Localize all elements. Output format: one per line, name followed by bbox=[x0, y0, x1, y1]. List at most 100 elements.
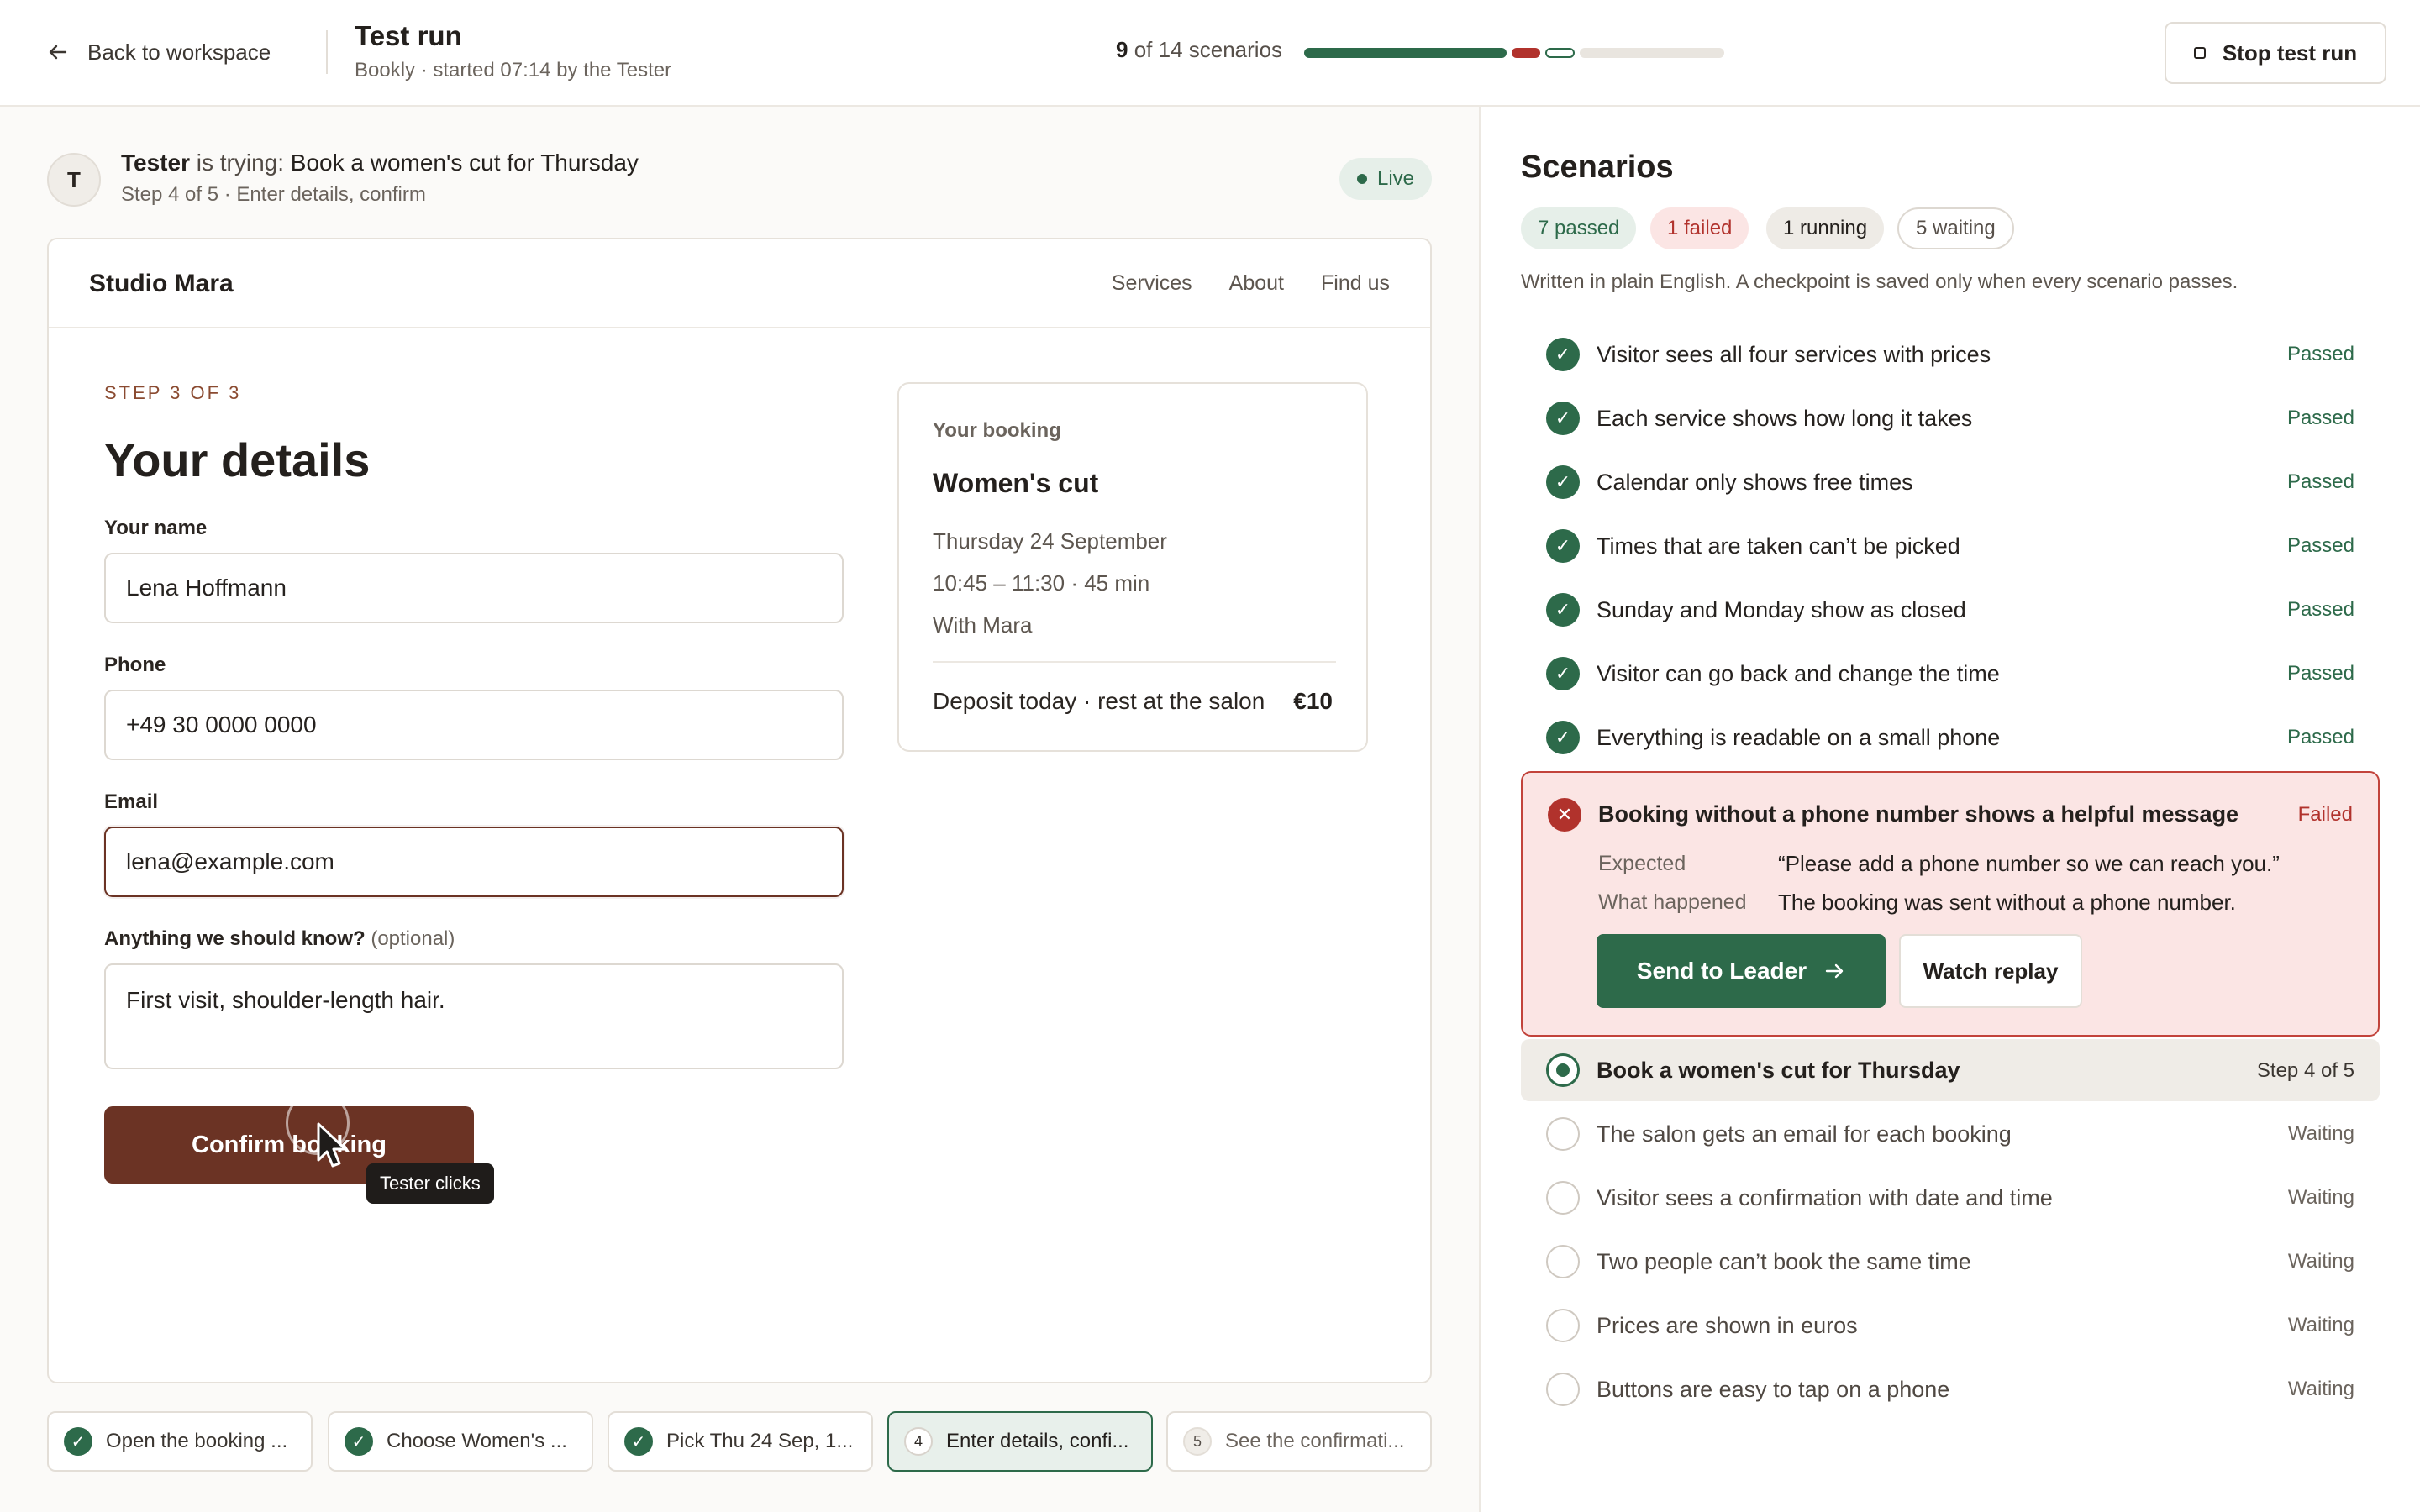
run-subtitle: Bookly · started 07:14 by the Tester bbox=[355, 59, 672, 81]
scenario-row[interactable]: Buttons are easy to tap on a phone Waiti… bbox=[1521, 1362, 2380, 1416]
scenario-status: Passed bbox=[2286, 598, 2354, 621]
name-field[interactable]: Lena Hoffmann bbox=[104, 553, 844, 623]
booking-time: 10:45 – 11:30 · 45 min bbox=[933, 570, 1150, 596]
pane-divider bbox=[1479, 107, 1481, 1512]
scenario-row[interactable]: ✓ Times that are taken can’t be picked P… bbox=[1521, 519, 2380, 573]
name-value: Lena Hoffmann bbox=[126, 575, 287, 601]
scenario-status: Failed bbox=[2297, 803, 2353, 826]
step-chip-label: Enter details, confi... bbox=[946, 1430, 1129, 1452]
scenario-row[interactable]: ✓ Everything is readable on a small phon… bbox=[1521, 711, 2380, 764]
replay-label: Watch replay bbox=[1923, 958, 2059, 984]
failed-count-badge[interactable]: 1 failed bbox=[1650, 207, 1749, 249]
divider bbox=[933, 661, 1336, 663]
scenario-row[interactable]: The salon gets an email for each booking… bbox=[1521, 1107, 2380, 1161]
scenarios-note: Written in plain English. A checkpoint i… bbox=[1521, 270, 2238, 293]
notes-field[interactable]: First visit, shoulder-length hair. bbox=[104, 963, 844, 1069]
running-count-badge[interactable]: 1 running bbox=[1766, 207, 1885, 249]
scenario-status: Waiting bbox=[2287, 1378, 2354, 1400]
scenario-text: Two people can’t book the same time bbox=[1597, 1248, 1971, 1274]
check-circle-icon: ✓ bbox=[1546, 402, 1580, 435]
step-chip-3[interactable]: ✓ Pick Thu 24 Sep, 1... bbox=[608, 1411, 873, 1472]
phone-field[interactable]: +49 30 0000 0000 bbox=[104, 690, 844, 760]
live-badge: Live bbox=[1339, 158, 1432, 200]
empty-circle-icon bbox=[1546, 1245, 1580, 1278]
scenario-status: Passed bbox=[2286, 662, 2354, 685]
booking-stylist: With Mara bbox=[933, 612, 1033, 638]
form-heading: Your details bbox=[104, 433, 371, 486]
site-logo: Studio Mara bbox=[89, 270, 234, 297]
step-number: 5 bbox=[1183, 1427, 1212, 1456]
site-preview: Studio Mara Services About Find us STEP … bbox=[47, 238, 1432, 1383]
progress-passed-segment bbox=[1304, 48, 1507, 58]
scenario-status: Waiting bbox=[2287, 1314, 2354, 1336]
scenario-progress-bar bbox=[1304, 48, 1724, 58]
scenario-row[interactable]: Visitor sees a confirmation with date an… bbox=[1521, 1171, 2380, 1225]
progress-waiting-segment bbox=[1579, 48, 1724, 58]
empty-circle-icon bbox=[1546, 1117, 1580, 1151]
site-nav-about[interactable]: About bbox=[1229, 271, 1284, 296]
stop-test-run-button[interactable]: Stop test run bbox=[2165, 22, 2386, 84]
check-circle-icon: ✓ bbox=[1546, 721, 1580, 754]
scenario-text: Sunday and Monday show as closed bbox=[1597, 596, 1966, 622]
scenario-row[interactable]: Two people can’t book the same time Wait… bbox=[1521, 1235, 2380, 1289]
scenario-total-text: of 14 scenarios bbox=[1134, 37, 1283, 62]
scenario-text: Booking without a phone number shows a h… bbox=[1598, 801, 2239, 827]
scenario-text: Prices are shown in euros bbox=[1597, 1312, 1858, 1338]
scenario-text: The salon gets an email for each booking bbox=[1597, 1121, 2012, 1147]
scenario-row[interactable]: ✓ Calendar only shows free times Passed bbox=[1521, 455, 2380, 509]
failed-scenario-card: ✕ Booking without a phone number shows a… bbox=[1521, 771, 2380, 1037]
stop-icon bbox=[2193, 47, 2206, 59]
live-dot-icon bbox=[1356, 174, 1367, 184]
booking-service: Women's cut bbox=[933, 468, 1099, 498]
progress-running-segment bbox=[1545, 48, 1575, 58]
watch-replay-button[interactable]: Watch replay bbox=[1899, 934, 2082, 1008]
error-icon: ✕ bbox=[1548, 798, 1581, 832]
empty-circle-icon bbox=[1546, 1181, 1580, 1215]
scenario-status: Waiting bbox=[2287, 1186, 2354, 1209]
scenario-text: Book a women's cut for Thursday bbox=[1597, 1058, 1960, 1083]
scenario-row[interactable]: ✓ Sunday and Monday show as closed Passe… bbox=[1521, 583, 2380, 637]
tester-tooltip: Tester clicks bbox=[366, 1163, 494, 1204]
step-chip-label: See the confirmati... bbox=[1225, 1430, 1405, 1452]
email-field[interactable]: lena@example.com bbox=[104, 827, 844, 897]
scenario-status: Passed bbox=[2286, 407, 2354, 429]
progress-failed-segment bbox=[1512, 48, 1541, 58]
send-to-leader-button[interactable]: Send to Leader bbox=[1597, 934, 1886, 1008]
step-chip-2[interactable]: ✓ Choose Women's ... bbox=[328, 1411, 593, 1472]
back-to-workspace-link[interactable]: Back to workspace bbox=[47, 34, 271, 71]
site-nav-find-us[interactable]: Find us bbox=[1321, 271, 1390, 296]
scenario-row[interactable]: Prices are shown in euros Waiting bbox=[1521, 1299, 2380, 1352]
scenario-status: Step 4 of 5 bbox=[2256, 1059, 2354, 1082]
scenario-status: Waiting bbox=[2287, 1122, 2354, 1145]
what-happened-label: What happened bbox=[1598, 890, 1747, 914]
scenario-count: 9 of 14 scenarios bbox=[1116, 37, 1282, 63]
phone-value: +49 30 0000 0000 bbox=[126, 711, 317, 738]
scenario-row[interactable]: ✓ Each service shows how long it takes P… bbox=[1521, 391, 2380, 445]
waiting-count-badge[interactable]: 5 waiting bbox=[1897, 207, 2014, 249]
check-icon: ✓ bbox=[345, 1427, 373, 1456]
booking-date: Thursday 24 September bbox=[933, 528, 1167, 554]
deposit-price: €10 bbox=[1293, 688, 1333, 714]
running-radio-icon bbox=[1546, 1053, 1580, 1087]
running-scenario-row[interactable]: Book a women's cut for Thursday Step 4 o… bbox=[1521, 1039, 2380, 1101]
empty-circle-icon bbox=[1546, 1309, 1580, 1342]
arrow-right-icon bbox=[1825, 963, 1844, 979]
check-icon: ✓ bbox=[64, 1427, 92, 1456]
actor-verb: is trying: bbox=[196, 150, 284, 176]
booking-label: Your booking bbox=[933, 419, 1061, 442]
site-header: Studio Mara Services About Find us bbox=[49, 239, 1430, 328]
step-chip-5[interactable]: 5 See the confirmati... bbox=[1166, 1411, 1432, 1472]
site-nav-services[interactable]: Services bbox=[1112, 271, 1192, 296]
cursor-icon bbox=[317, 1122, 347, 1168]
session-step-info: Step 4 of 5 · Enter details, confirm bbox=[121, 183, 426, 206]
passed-count-badge[interactable]: 7 passed bbox=[1521, 207, 1637, 249]
name-label: Your name bbox=[104, 517, 208, 539]
notes-optional: (optional) bbox=[371, 927, 455, 950]
step-chip-1[interactable]: ✓ Open the booking ... bbox=[47, 1411, 313, 1472]
phone-label: Phone bbox=[104, 654, 166, 676]
step-chip-4[interactable]: 4 Enter details, confi... bbox=[887, 1411, 1153, 1472]
scenario-row[interactable]: ✓ Visitor sees all four services with pr… bbox=[1521, 328, 2380, 381]
scenario-text: Visitor sees a confirmation with date an… bbox=[1597, 1184, 2053, 1210]
step-chip-label: Open the booking ... bbox=[106, 1430, 288, 1452]
scenario-row[interactable]: ✓ Visitor can go back and change the tim… bbox=[1521, 647, 2380, 701]
